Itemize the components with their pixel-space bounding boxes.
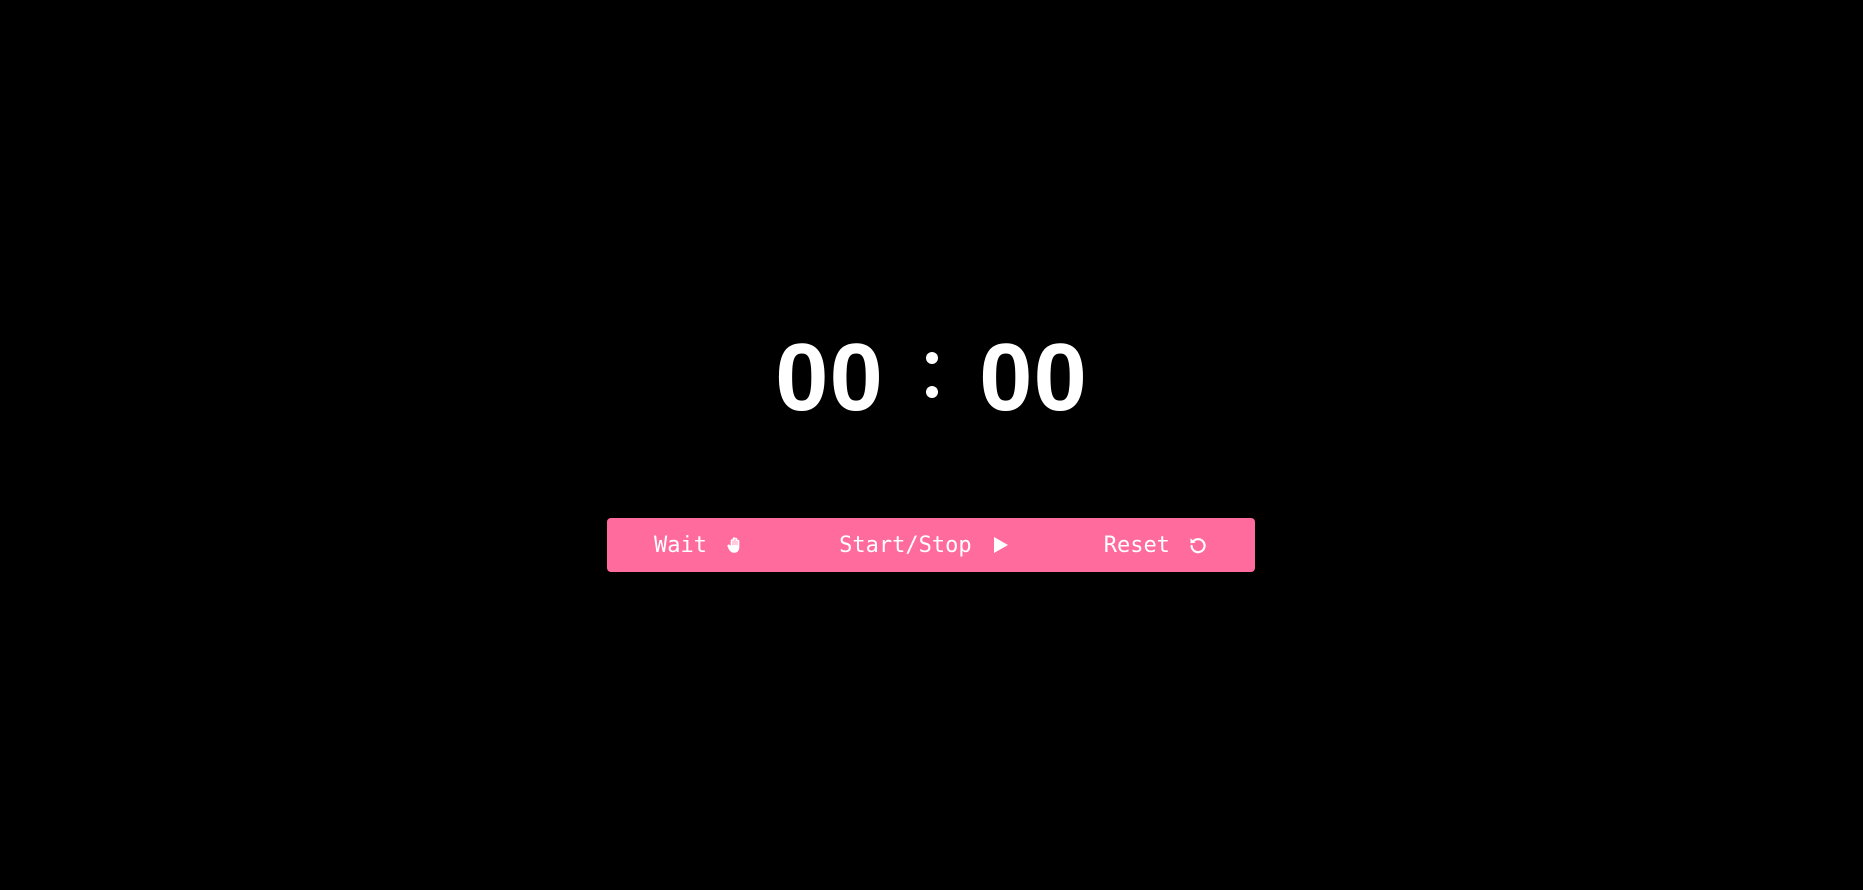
- play-icon: [990, 535, 1010, 555]
- time-separator: [890, 330, 974, 426]
- start-stop-button[interactable]: Start/Stop: [839, 518, 1009, 572]
- separator-dot-top: [925, 352, 938, 364]
- separator-dot-bottom: [925, 386, 938, 398]
- seconds-display: 00: [979, 324, 1088, 431]
- wait-button-label: Wait: [654, 532, 708, 558]
- reset-button[interactable]: Reset: [1104, 518, 1208, 572]
- control-bar: Wait Start/Stop Reset: [607, 518, 1255, 572]
- timer-display: 00 00: [0, 318, 1863, 438]
- minutes-display: 00: [775, 324, 884, 431]
- reset-icon: [1188, 535, 1208, 555]
- wait-button[interactable]: Wait: [654, 518, 745, 572]
- hand-icon: [725, 535, 745, 555]
- start-stop-button-label: Start/Stop: [839, 532, 972, 558]
- reset-button-label: Reset: [1103, 532, 1170, 558]
